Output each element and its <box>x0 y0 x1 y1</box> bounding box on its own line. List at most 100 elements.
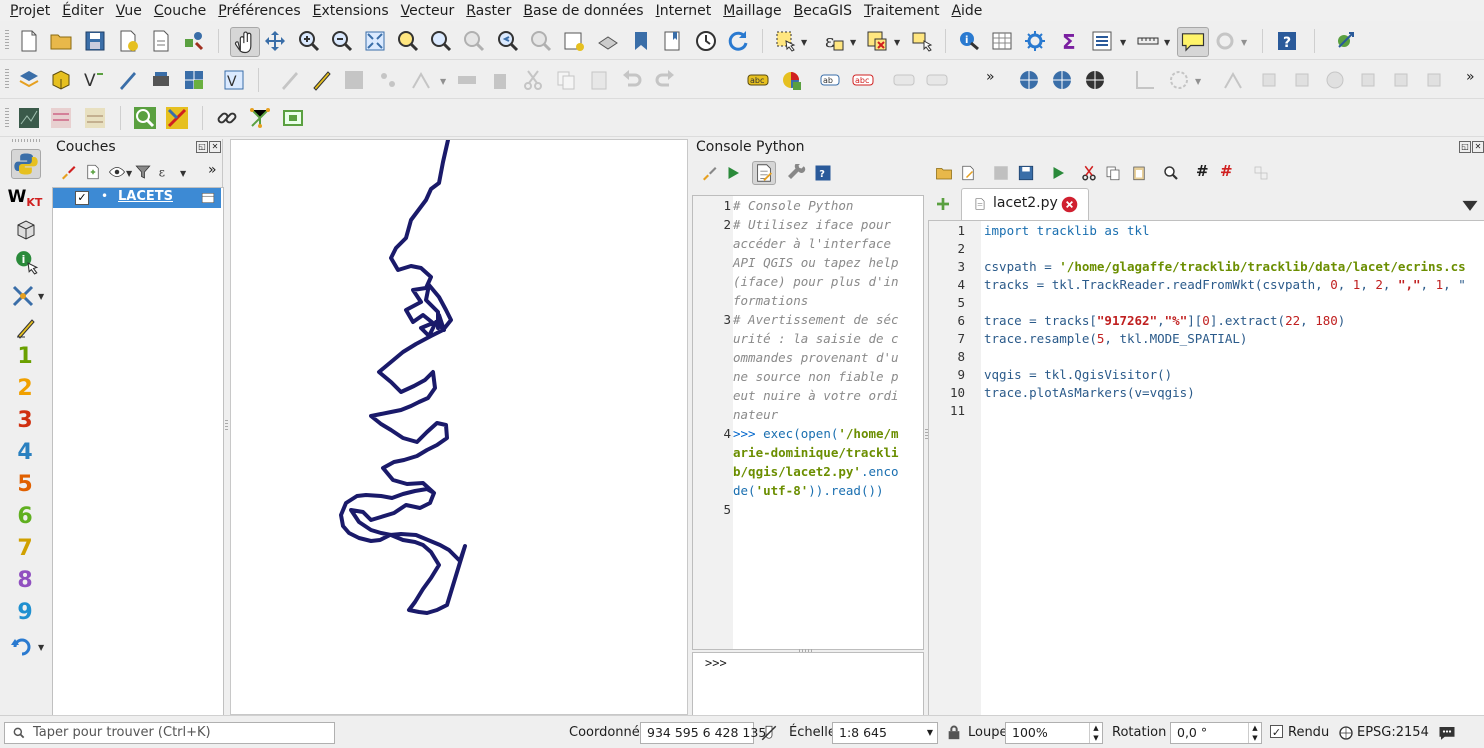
add-point-feature-icon[interactable] <box>376 68 400 92</box>
number-1-icon[interactable]: 1 <box>12 342 38 370</box>
comment-code-icon[interactable]: # <box>1196 162 1209 180</box>
toggle-editing-layer-icon[interactable]: V <box>222 68 246 92</box>
cut-icon[interactable] <box>1080 164 1098 182</box>
layer-visibility-checkbox[interactable]: ✓ <box>75 191 89 205</box>
chevron-down-icon[interactable]: ▼ <box>38 643 44 652</box>
add-vector-layer-icon[interactable]: V <box>83 68 107 92</box>
toolbar-overflow-icon[interactable]: » <box>986 69 995 85</box>
zoom-last-icon[interactable] <box>496 29 520 53</box>
paste-features-icon[interactable] <box>587 68 611 92</box>
open-project-icon[interactable] <box>49 29 73 53</box>
messages-icon[interactable] <box>1437 724 1457 742</box>
select-features-icon[interactable] <box>774 29 798 53</box>
save-project-icon[interactable] <box>83 29 107 53</box>
split-features-icon[interactable] <box>1257 68 1281 92</box>
close-panel-icon[interactable]: ✕ <box>209 141 221 153</box>
menu-projet[interactable]: Projet <box>4 1 56 21</box>
filter-legend-icon[interactable] <box>134 163 152 181</box>
menu-base-de-donnees[interactable]: Base de données <box>517 1 649 21</box>
render-checkbox[interactable]: ✓ <box>1270 725 1283 739</box>
edits-icon[interactable] <box>278 68 302 92</box>
identify-features-icon[interactable]: i <box>957 29 981 53</box>
pan-to-selection-icon[interactable] <box>263 29 287 53</box>
new-print-layout-icon[interactable] <box>116 29 140 53</box>
number-7-icon[interactable]: 7 <box>12 534 38 562</box>
modify-attributes-icon[interactable] <box>455 68 479 92</box>
run-command-icon[interactable] <box>724 164 742 182</box>
float-panel-icon[interactable]: ◱ <box>196 141 208 153</box>
wms-layer-icon[interactable] <box>1017 68 1041 92</box>
copy-icon[interactable] <box>1104 164 1122 182</box>
lock-scale-icon[interactable] <box>946 724 962 741</box>
new-map-view-icon[interactable] <box>562 29 586 53</box>
open-attribute-table-icon[interactable] <box>990 29 1014 53</box>
number-2-icon[interactable]: 2 <box>12 374 38 402</box>
show-bookmarks-icon[interactable] <box>661 29 685 53</box>
delete-selected-icon[interactable] <box>488 68 512 92</box>
splitter-handle[interactable] <box>225 420 228 432</box>
chevron-down-icon[interactable]: ▼ <box>894 38 900 47</box>
menu-extensions[interactable]: Extensions <box>307 1 395 21</box>
paste-icon[interactable] <box>1130 164 1148 182</box>
new-project-icon[interactable] <box>17 29 41 53</box>
locator-search-icon[interactable] <box>133 106 157 130</box>
geometry-checker-icon[interactable] <box>165 106 189 130</box>
cut-features-icon[interactable] <box>521 68 545 92</box>
zoom-full-icon[interactable] <box>363 29 387 53</box>
number-4-icon[interactable]: 4 <box>12 438 38 466</box>
chevron-down-icon[interactable]: ▼ <box>801 38 807 47</box>
toolbar-handle[interactable] <box>5 69 9 89</box>
coordinate-field[interactable]: 934 595 6 428 135 <box>640 722 766 744</box>
panel-overflow-icon[interactable]: » <box>208 162 217 178</box>
menu-becagis[interactable]: BecaGIS <box>788 1 858 21</box>
console-output[interactable]: 1 2 3 4 5 # Console Python # Utilisez if… <box>692 195 924 650</box>
wcs-layer-icon[interactable] <box>1083 68 1107 92</box>
style-brush-icon[interactable] <box>59 163 77 181</box>
map-canvas[interactable] <box>230 139 688 715</box>
layer-diagram-icon[interactable] <box>779 68 803 92</box>
vertex-tool-icon[interactable] <box>409 68 433 92</box>
menu-raster[interactable]: Raster <box>460 1 517 21</box>
chevron-down-icon[interactable]: ▼ <box>1241 38 1247 47</box>
highlight-label-icon[interactable]: ab <box>818 68 842 92</box>
deselect-features-icon[interactable] <box>865 29 889 53</box>
crs-globe-icon[interactable] <box>1338 725 1354 741</box>
tab-lacet2-py[interactable]: lacet2.py <box>961 188 1089 221</box>
save-as-icon[interactable] <box>1017 164 1035 182</box>
temporal-controller-icon[interactable] <box>694 29 718 53</box>
zoom-out-icon[interactable] <box>330 29 354 53</box>
toolbar-handle[interactable] <box>12 139 40 142</box>
refresh-icon[interactable] <box>726 29 750 53</box>
crs-label[interactable]: EPSG:2154 <box>1357 725 1429 740</box>
select-location-icon[interactable] <box>910 29 934 53</box>
offset-curve-icon[interactable] <box>1356 68 1380 92</box>
delete-ring-icon[interactable] <box>1422 68 1446 92</box>
new-bookmark-icon[interactable] <box>629 29 653 53</box>
add-raster-layer-icon[interactable] <box>182 68 206 92</box>
statistical-summary-icon[interactable]: Σ <box>1057 29 1081 53</box>
save-layer-edits-icon[interactable] <box>342 68 366 92</box>
zoom-to-selection-icon[interactable] <box>396 29 420 53</box>
raster-image-1-icon[interactable] <box>17 106 41 130</box>
toolbar-overflow-icon[interactable]: » <box>1466 69 1475 85</box>
3d-box-icon[interactable] <box>14 217 38 241</box>
new-geopackage-layer-icon[interactable] <box>49 68 73 92</box>
object-inspector-icon[interactable] <box>1252 164 1270 182</box>
show-layout-gear-icon[interactable] <box>1213 29 1237 53</box>
rotation-spinbox[interactable]: 0,0 ° ▲ ▼ <box>1170 722 1262 744</box>
options-wrench-icon[interactable] <box>788 164 806 182</box>
magnifier-spinbox[interactable]: 100% ▲ ▼ <box>1005 722 1103 744</box>
zoom-to-layer-icon[interactable] <box>429 29 453 53</box>
toolbar-handle[interactable] <box>5 108 9 128</box>
merge-features-icon[interactable] <box>1290 68 1314 92</box>
gps-tool-icon[interactable] <box>1333 29 1357 53</box>
menu-traitement[interactable]: Traitement <box>858 1 945 21</box>
menu-couche[interactable]: Couche <box>148 1 212 21</box>
open-in-external-editor-icon[interactable] <box>959 164 977 182</box>
new-3d-map-icon[interactable] <box>596 29 620 53</box>
add-delimited-text-icon[interactable] <box>116 68 140 92</box>
layer-item-lacets[interactable]: ✓ • LACETS <box>53 188 221 208</box>
digitize-pen-icon[interactable] <box>14 316 38 340</box>
add-group-icon[interactable] <box>84 163 102 181</box>
chevron-down-icon[interactable]: ▼ <box>180 169 186 178</box>
